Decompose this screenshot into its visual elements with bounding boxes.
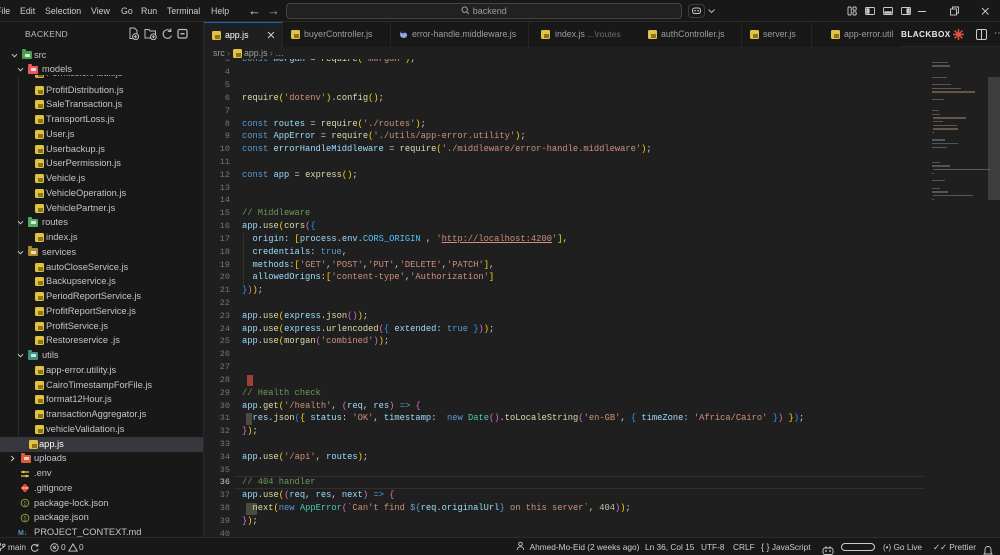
svg-text:{}: {} xyxy=(23,501,27,507)
svg-text:{}: {} xyxy=(23,516,27,522)
